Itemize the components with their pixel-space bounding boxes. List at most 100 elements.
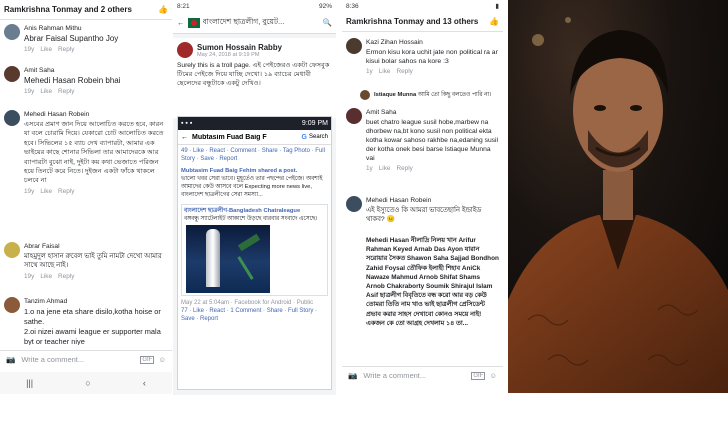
commenter-name[interactable]: Istiaque Munna [374,92,416,98]
commenter-name[interactable]: Amit Saha [24,66,168,76]
avatar[interactable] [4,242,20,258]
comment-text: 1.o na jene eta share disilo,kotha hoise… [24,307,161,326]
like-link[interactable]: Like [40,188,52,195]
shared-post-title[interactable]: Mubtasim Fuad Baig Fehim shared a post. [181,167,328,175]
like-link[interactable]: Like [379,165,391,172]
comment-panel-3: 8:36 ▮ Ramkrishna Tonmay and 13 others 👍… [342,0,503,395]
commenter-name[interactable]: Mehedi Hasan Robein [366,196,499,206]
comment-text: আমি তো কিছু বলতেও পারি না। [417,92,492,98]
commenter-name[interactable]: Kazi Zihan Hossain [366,38,499,48]
back-icon[interactable]: ‹ [143,378,146,388]
commenter-name[interactable]: Tanzim Ahmad [24,297,168,307]
comment-item: Abrar Faisal মাহমুদুল হাসান রুবেল ভাই তু… [4,242,168,282]
camera-icon[interactable]: 📷 [348,371,357,380]
portrait-illustration [508,0,728,393]
comment-text: buet chatro league susil hobe,marbew na … [366,119,498,162]
battery-level: 92% [318,2,332,10]
comment-input[interactable]: Write a comment... [21,355,140,364]
mentions-text: Mehedi Hasan নীলাদ্রি নিলয় খান Arifur R… [366,237,499,327]
commenter-name[interactable]: Amit Saha [366,108,499,118]
battery-icon: ▮ [495,3,499,10]
gif-icon[interactable]: GIF [471,371,486,380]
comment-time: 1y [366,68,373,75]
comment-text: Abrar Faisal Supantho Joy [24,34,119,43]
inner-footer-actions[interactable]: 77 · Like · React · 1 Comment · Share · … [178,307,331,323]
inner-search-label[interactable]: Search [309,134,328,140]
commenter-name[interactable]: Anis Rahman Mithu [24,24,168,34]
comment-input[interactable]: Write a comment... [363,371,471,380]
back-arrow-icon[interactable]: ← [181,134,188,141]
inner-footer-time: May 22 at 5:04am · Facebook for Android … [181,300,314,306]
reply-link[interactable]: Reply [58,188,74,195]
comment-time: 1y [366,165,373,172]
comment-text: মাহমুদুল হাসান রুবেল ভাই তুমি নামটা দেখো… [24,253,162,270]
inner-status-time: 9:09 PM [301,120,328,127]
embedded-screenshot: ▪ ▪ ▪ 9:09 PM ← Mubtasim Fuad Baig F G Se… [177,116,332,390]
comment-mentions: Mehedi Hasan নীলাদ্রি নিলয় খান Arifur R… [346,236,499,360]
google-g-icon: G [301,133,307,141]
avatar[interactable] [177,42,193,58]
camera-icon[interactable]: 📷 [6,355,15,364]
comment-item: Anis Rahman Mithu Abrar Faisal Supantho … [4,24,168,55]
inner-reactions[interactable]: 49 · Like · React · Comment · Share · Ta… [178,145,331,165]
poster-name[interactable]: Sumon Hossain Rabby [197,43,282,52]
comment-text: Mehedi Hasan Robein bhai [24,76,121,85]
comment-time: 19y [24,88,35,95]
shared-page-box[interactable]: বাংলাদেশ ছাত্রলীগ-Bangladesh Chatraleagu… [181,204,328,296]
gif-icon[interactable]: GIF [140,355,155,364]
thumbs-up-icon[interactable]: 👍 [158,5,168,14]
like-link[interactable]: Like [379,68,391,75]
avatar[interactable] [4,66,20,82]
like-link[interactable]: Like [40,273,52,280]
reply-link[interactable]: Reply [396,68,412,75]
comment-meta: 19y Like Reply [24,45,168,55]
avatar[interactable] [4,110,20,126]
avatar[interactable] [346,38,362,54]
satellite-launch-image[interactable] [186,225,270,293]
recent-apps-icon[interactable]: ||| [26,378,33,388]
reply-link[interactable]: Reply [58,273,74,280]
comment-thread-header: Ramkrishna Tonmay and 13 others 👍 [342,12,503,32]
comment-composer: 📷 Write a comment... GIF ☺ [342,366,503,384]
status-bar: 8:21 92% [173,0,336,12]
reply-link[interactable]: Reply [58,46,74,53]
shared-post-text: ভালো খবর সেরা ভাবে। মুহূর্তেও তার পছন্দে… [181,176,323,198]
reply-link[interactable]: Reply [58,88,74,95]
avatar[interactable] [4,297,20,313]
avatar[interactable] [346,196,362,212]
emoji-icon[interactable]: ☺ [158,355,166,364]
status-time: 8:36 [346,2,359,10]
commenter-name[interactable]: Mehedi Hasan Robein [24,110,168,120]
like-link[interactable]: Like [40,88,52,95]
search-icon[interactable]: 🔍 [323,18,332,27]
reactors-title[interactable]: Ramkrishna Tonmay and 13 others [346,17,489,26]
comment-composer: 📷 Write a comment... GIF ☺ [0,350,172,368]
avatar[interactable] [346,108,362,124]
comment-meta: 19y Like Reply [24,272,168,282]
comment-time: 19y [24,46,35,53]
commenter-name[interactable]: Abrar Faisal [24,242,168,252]
home-icon[interactable]: ○ [85,378,90,388]
reply-link[interactable]: Reply [396,165,412,172]
reactors-title[interactable]: Ramkrishna Tonmay and 2 others [4,5,158,14]
comment-panel-1: Ramkrishna Tonmay and 2 others 👍 Anis Ra… [0,0,172,395]
avatar[interactable] [4,24,20,40]
inner-profile-name[interactable]: Mubtasim Fuad Baig F [192,134,302,141]
comment-time: 19y [24,272,35,280]
avatar[interactable] [360,90,370,100]
group-name[interactable]: বাংলাদেশ ছাত্রলীগ, বুয়েট... [203,17,323,29]
comment-item: Tanzim Ahmad 1.o na jene eta share disil… [4,297,168,345]
like-link[interactable]: Like [40,46,52,53]
comment-thread-header: Ramkrishna Tonmay and 2 others 👍 [0,0,172,20]
post-time[interactable]: May 24, 2018 at 9:19 PM [197,52,282,58]
group-header: ← বাংলাদেশ ছাত্রলীগ, বুয়েট... 🔍 [173,12,336,34]
thumbs-up-icon[interactable]: 👍 [489,17,499,26]
comment-text: এসবের প্রমাণ জান দিয়ে আলোচিত করতে হবে, … [24,121,164,185]
status-bar: 8:36 ▮ [342,0,503,12]
shared-page-name[interactable]: বাংলাদেশ ছাত্রলীগ-Bangladesh Chatraleagu… [184,207,325,215]
inner-status-bar: ▪ ▪ ▪ 9:09 PM [178,117,331,130]
comment-text: Ermon kisu kora uchit jate non political… [366,49,498,65]
emoji-icon[interactable]: ☺ [489,371,497,380]
comment-item: Amit Saha Mehedi Hasan Robein bhai 19y Li… [4,66,168,97]
back-arrow-icon[interactable]: ← [177,18,185,27]
